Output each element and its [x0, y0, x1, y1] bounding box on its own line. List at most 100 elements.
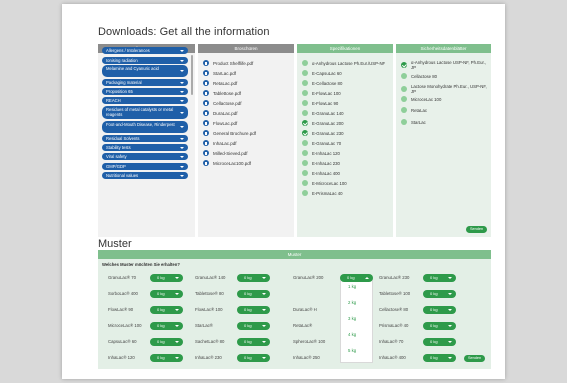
specification-item[interactable]: E-InhaLac 230 [302, 160, 340, 166]
radio-icon[interactable] [302, 100, 308, 106]
brochure-link[interactable]: FlowLac.pdf [203, 120, 237, 126]
specification-item[interactable]: E-CapsuLac 60 [302, 70, 342, 76]
quantity-select[interactable]: 0 kg [423, 274, 456, 282]
checked-radio-icon[interactable] [302, 130, 308, 136]
quality-scrollbar[interactable] [191, 55, 193, 95]
certificate-item[interactable]: RetaLac [401, 107, 427, 113]
quality-item-button[interactable]: Melamine and Cyanuric acid [102, 65, 188, 77]
radio-icon[interactable] [302, 70, 308, 76]
quantity-dropdown-list[interactable]: 1 kg 2 kg 3 kg 4 kg 5 kg [340, 278, 373, 363]
specification-item[interactable]: E-GranuLac 140 [302, 110, 344, 116]
certificate-item[interactable]: Cellactose 80 [401, 73, 437, 79]
quantity-select[interactable]: 0 kg [150, 322, 183, 330]
quantity-option[interactable]: 5 kg [348, 348, 356, 353]
quality-statements-list[interactable]: Allergens / Intolerances Ionising radiati… [98, 47, 195, 237]
specification-item[interactable]: E-FlowLac 90 [302, 100, 338, 106]
radio-icon[interactable] [302, 170, 308, 176]
quantity-option[interactable]: 2 kg [348, 300, 356, 305]
quality-item-button[interactable]: REACH [102, 97, 188, 104]
quality-item-button[interactable]: Proposition 65 [102, 88, 188, 95]
brochure-link[interactable]: MicroceLac100.pdf [203, 160, 251, 166]
quantity-select[interactable]: 0 kg [237, 322, 270, 330]
quantity-select[interactable]: 0 kg [237, 306, 270, 314]
specification-item[interactable]: E-GranuLac 200 [302, 120, 344, 126]
quality-item-button[interactable]: Foot-and-Mouth Disease, Rinderpest [102, 121, 188, 133]
quantity-select[interactable]: 0 kg [423, 306, 456, 314]
specification-item[interactable]: E-InhaLac 400 [302, 170, 340, 176]
brochure-link[interactable]: StarLac.pdf [203, 70, 236, 76]
radio-icon[interactable] [302, 60, 308, 66]
quality-item-button[interactable]: Nutritional values [102, 172, 188, 179]
radio-icon[interactable] [302, 140, 308, 146]
brochure-link[interactable]: Milled-Sieved.pdf [203, 150, 248, 156]
radio-icon[interactable] [401, 119, 407, 125]
radio-icon[interactable] [302, 90, 308, 96]
radio-icon[interactable] [302, 190, 308, 196]
checked-radio-icon[interactable] [401, 62, 407, 68]
quantity-select[interactable]: 0 kg [237, 274, 270, 282]
quantity-select[interactable]: 0 kg [237, 354, 270, 362]
downloads-send-button[interactable]: Senden [466, 226, 488, 233]
brochure-link[interactable]: Product Shelflife.pdf [203, 60, 253, 66]
certificates-header: Sicherheitsdatenblätter [396, 44, 491, 53]
pdf-download-icon [203, 160, 209, 166]
checked-radio-icon[interactable] [302, 120, 308, 126]
radio-icon[interactable] [401, 107, 407, 113]
specification-item[interactable]: E-GranuLac 230 [302, 130, 344, 136]
quantity-select[interactable]: 0 kg [423, 338, 456, 346]
radio-icon[interactable] [302, 150, 308, 156]
specification-item[interactable]: E-InhaLac 120 [302, 150, 340, 156]
quality-item-button[interactable]: Allergens / Intolerances [102, 47, 188, 54]
pdf-download-icon [203, 140, 209, 146]
certificate-item[interactable]: StarLac [401, 119, 426, 125]
quantity-select[interactable]: 0 kg [150, 274, 183, 282]
brochure-label: General Brochure.pdf [213, 130, 257, 136]
quantity-select[interactable]: 0 kg [423, 322, 456, 330]
brochure-link[interactable]: InhaLac.pdf [203, 140, 237, 146]
quality-item-button[interactable]: Residual Solvents [102, 135, 188, 142]
radio-icon[interactable] [302, 80, 308, 86]
radio-icon[interactable] [302, 160, 308, 166]
brochure-link[interactable]: Tablettose.pdf [203, 90, 241, 96]
quantity-select[interactable]: 0 kg [237, 290, 270, 298]
radio-icon[interactable] [401, 73, 407, 79]
quantity-option[interactable]: 4 kg [348, 332, 356, 337]
quality-item-button[interactable]: Packaging material [102, 79, 188, 86]
specification-item[interactable]: E-FlowLac 100 [302, 90, 341, 96]
quantity-select[interactable]: 0 kg [150, 290, 183, 298]
quality-item-button[interactable]: Stability tests [102, 144, 188, 151]
radio-icon[interactable] [302, 110, 308, 116]
muster-send-button[interactable]: Senden [464, 355, 486, 362]
radio-icon[interactable] [401, 86, 407, 92]
specification-item[interactable]: E-Cellactose 80 [302, 80, 342, 86]
quantity-option[interactable]: 1 kg [348, 284, 356, 289]
quantity-select[interactable]: 0 kg [150, 338, 183, 346]
quantity-select-open[interactable]: 0 kg [340, 274, 373, 282]
quality-item-button[interactable]: GMP/GDP [102, 163, 188, 170]
certificate-item[interactable]: Lactose Monohydrate Ph.Eur., USP-NF, JP [401, 84, 489, 94]
specifications-column: Spezifikationen α-Anhydrous Lactose Ph.E… [297, 44, 393, 237]
specification-item[interactable]: E-GranuLac 70 [302, 140, 341, 146]
radio-icon[interactable] [401, 96, 407, 102]
chevron-down-icon [180, 99, 184, 102]
quantity-select[interactable]: 0 kg [237, 338, 270, 346]
brochure-link[interactable]: DuraLac.pdf [203, 110, 238, 116]
specification-item[interactable]: α-Anhydrous Lactose Ph.Eur./USP-NF [302, 60, 385, 66]
quantity-select[interactable]: 0 kg [423, 290, 456, 298]
quality-item-button[interactable]: Ionising radiation [102, 57, 188, 64]
brochure-link[interactable]: Cellactose.pdf [203, 100, 242, 106]
specifications-list[interactable]: α-Anhydrous Lactose Ph.Eur./USP-NF E-Caps… [297, 53, 393, 237]
specification-item[interactable]: E-PrismaLac 40 [302, 190, 343, 196]
quantity-select[interactable]: 0 kg [150, 306, 183, 314]
quantity-option[interactable]: 3 kg [348, 316, 356, 321]
quality-item-button[interactable]: Viral safety [102, 153, 188, 160]
quantity-select[interactable]: 0 kg [423, 354, 456, 362]
specification-item[interactable]: E-MicroceLac 100 [302, 180, 347, 186]
brochure-link[interactable]: General Brochure.pdf [203, 130, 256, 136]
brochure-link[interactable]: RetaLac.pdf [203, 80, 237, 86]
radio-icon[interactable] [302, 180, 308, 186]
certificate-item[interactable]: α-Anhydrous Lactose USP-NF, Ph.Eur., JP [401, 60, 489, 70]
certificate-item[interactable]: MicroceLac 100 [401, 96, 441, 102]
quality-item-button[interactable]: Residues of metal catalysts or metal rea… [102, 106, 188, 119]
quantity-select[interactable]: 0 kg [150, 354, 183, 362]
